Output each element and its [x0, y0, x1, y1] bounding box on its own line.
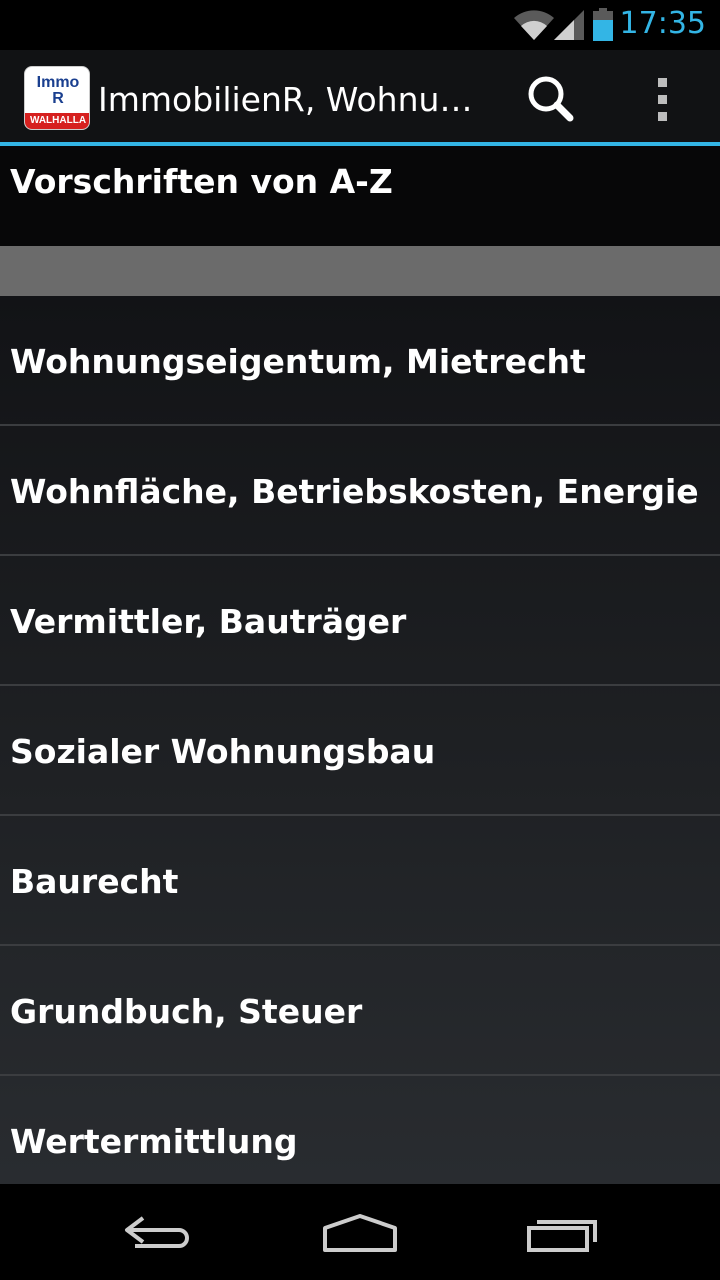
section-separator: [0, 246, 720, 296]
logo-line1: Immo: [36, 74, 80, 91]
back-icon: [125, 1216, 189, 1248]
list-item[interactable]: Wertermittlung: [0, 1076, 720, 1184]
recent-apps-button[interactable]: [505, 1202, 615, 1262]
battery-icon: [593, 8, 613, 41]
recent-apps-icon: [527, 1220, 597, 1252]
status-bar: 17:35: [0, 0, 720, 50]
navigation-bar: [0, 1184, 720, 1280]
home-icon: [323, 1214, 397, 1252]
section-title: Vorschriften von A-Z: [10, 162, 393, 201]
list-item-label: Wertermittlung: [10, 1122, 298, 1161]
overflow-menu-icon: [658, 78, 667, 121]
list-item[interactable]: Wohnungseigentum, Mietrecht: [0, 296, 720, 426]
list-item-label: Wohnungseigentum, Mietrecht: [10, 342, 586, 381]
category-list: Wohnungseigentum, Mietrecht Wohnfläche, …: [0, 296, 720, 1184]
back-button[interactable]: [105, 1202, 215, 1262]
app-logo[interactable]: Immo R WALHALLA: [24, 66, 90, 130]
home-button[interactable]: [305, 1202, 415, 1262]
list-item-label: Vermittler, Bauträger: [10, 602, 407, 641]
list-item[interactable]: Wohnfläche, Betriebskosten, Energie: [0, 426, 720, 556]
app-title: ImmobilienR, Wohnun...: [98, 80, 478, 119]
list-item-label: Wohnfläche, Betriebskosten, Energie: [10, 472, 699, 511]
list-item-label: Grundbuch, Steuer: [10, 992, 363, 1031]
logo-text: Immo R: [25, 74, 89, 107]
list-item-label: Sozialer Wohnungsbau: [10, 732, 436, 771]
list-item[interactable]: Grundbuch, Steuer: [0, 946, 720, 1076]
search-button[interactable]: [520, 70, 584, 130]
action-bar: Immo R WALHALLA ImmobilienR, Wohnun...: [0, 50, 720, 144]
logo-line2: R: [52, 90, 64, 107]
list-item-label: Baurecht: [10, 862, 179, 901]
search-icon: [528, 76, 574, 122]
list-item[interactable]: Sozialer Wohnungsbau: [0, 686, 720, 816]
overflow-menu-button[interactable]: [640, 70, 688, 130]
signal-icon: [554, 10, 584, 40]
status-icons: [512, 8, 613, 42]
logo-band: WALHALLA: [25, 113, 89, 129]
list-item[interactable]: Vermittler, Bauträger: [0, 556, 720, 686]
status-time: 17:35: [619, 6, 706, 41]
wifi-icon: [514, 10, 554, 40]
list-item[interactable]: Baurecht: [0, 816, 720, 946]
section-header: Vorschriften von A-Z: [0, 146, 720, 246]
